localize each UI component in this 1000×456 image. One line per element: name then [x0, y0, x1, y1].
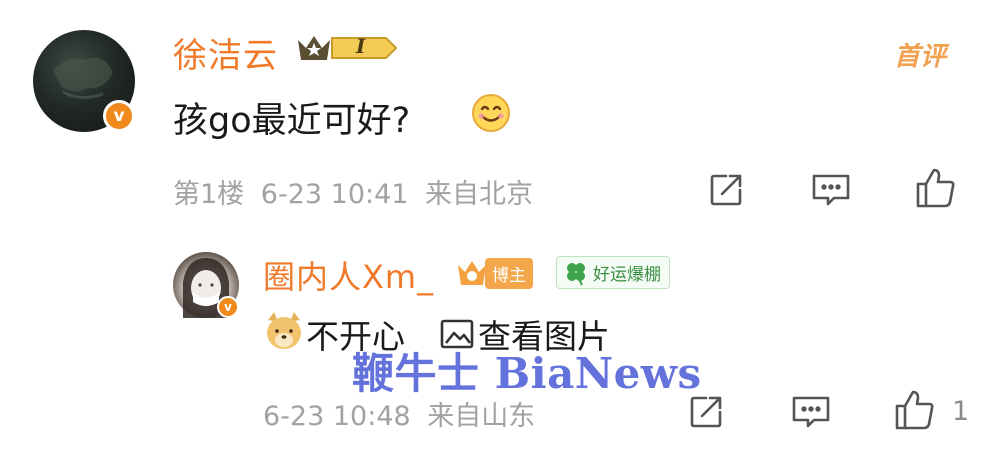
clover-icon	[567, 263, 585, 286]
floor-number: 第1楼	[173, 179, 245, 210]
like-count: 1	[952, 396, 970, 427]
smile-emoji-icon	[470, 92, 512, 134]
reply-location: 来自山东	[427, 401, 536, 432]
comment-datetime: 6-23 10:41	[260, 179, 409, 210]
comment-text: 孩go最近可好?	[173, 101, 411, 141]
lucky-badge-label: 好运爆棚	[593, 265, 661, 285]
reply-datetime: 6-23 10:48	[263, 401, 411, 432]
reply-share-icon[interactable]	[686, 392, 726, 432]
comment-location: 来自北京	[425, 179, 534, 210]
blogger-badge: 博主	[455, 257, 533, 289]
lucky-badge: 好运爆棚	[556, 256, 670, 289]
like-icon[interactable]	[914, 166, 958, 210]
watermark: 鞭牛士 BiaNews	[352, 349, 702, 398]
comment-icon[interactable]	[810, 170, 852, 210]
share-icon[interactable]	[706, 170, 746, 210]
level-label: I	[356, 34, 366, 58]
crown-icon	[458, 261, 486, 285]
blogger-badge-label: 博主	[485, 257, 533, 289]
doge-emoji-icon	[264, 310, 304, 352]
reply-meta: 6-23 10:48 来自山东	[263, 394, 535, 433]
verified-badge-icon: v	[103, 100, 135, 132]
verified-badge-icon: v	[217, 296, 239, 318]
comment-meta: 第1楼 6-23 10:41 来自北京	[173, 172, 533, 211]
level-badge: I	[294, 30, 400, 66]
username[interactable]: 徐洁云	[173, 28, 278, 77]
reply-like-icon[interactable]	[893, 388, 937, 432]
reply-username[interactable]: 圈内人Xm_	[263, 252, 434, 298]
reply-comment-icon[interactable]	[790, 392, 832, 432]
first-comment-tag: 首评	[894, 42, 947, 72]
reply-avatar[interactable]: v	[173, 252, 239, 318]
avatar[interactable]: v	[33, 30, 135, 132]
crown-icon	[298, 36, 398, 60]
